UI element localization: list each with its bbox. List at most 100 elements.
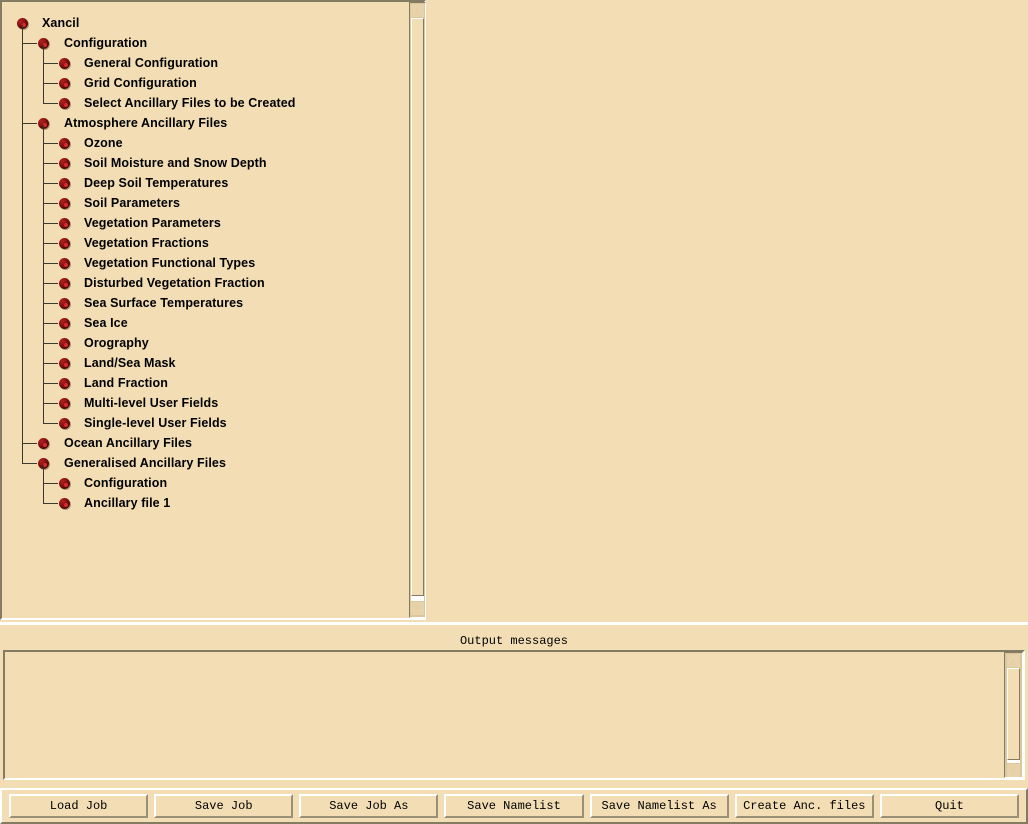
tree-node-label: Xancil — [42, 16, 80, 30]
tree-connector-line — [43, 163, 58, 164]
xancil-application-window: Xancil Configuration General Configuration… — [0, 0, 1028, 824]
tree-scrollbar[interactable] — [409, 2, 426, 618]
output-messages-label: Output messages — [459, 634, 569, 648]
node-bullet-icon[interactable] — [59, 318, 70, 329]
tree-connector-line — [43, 45, 44, 103]
tree-node-label: Ozone — [84, 136, 123, 150]
tree-connector-line — [43, 383, 58, 384]
tree-node-label: Vegetation Parameters — [84, 216, 221, 230]
tree-connector-line — [43, 323, 58, 324]
tree-node-label: Land Fraction — [84, 376, 168, 390]
tree-node-label: Land/Sea Mask — [84, 356, 176, 370]
tree-connector-line — [43, 203, 58, 204]
tree-scrollbar-up-button[interactable] — [411, 4, 424, 17]
tree-connector-line — [43, 503, 58, 504]
tree-connector-line — [43, 263, 58, 264]
node-bullet-icon[interactable] — [59, 418, 70, 429]
node-bullet-icon[interactable] — [59, 78, 70, 89]
action-button-bar: Load Job Save Job Save Job As Save Namelist… — [0, 788, 1028, 824]
tree-scrollbar-down-button[interactable] — [411, 602, 424, 615]
node-bullet-icon[interactable] — [59, 178, 70, 189]
tree-connector-line — [43, 63, 58, 64]
output-scrollbar-down-button[interactable] — [1007, 764, 1020, 777]
output-scrollbar[interactable] — [1004, 652, 1023, 778]
node-bullet-icon[interactable] — [59, 198, 70, 209]
tree-node-label: Configuration — [84, 476, 168, 490]
save-job-button[interactable]: Save Job — [154, 794, 294, 818]
node-bullet-icon[interactable] — [59, 58, 70, 69]
output-section: Output messages — [0, 628, 1028, 783]
triangle-down-icon — [1008, 766, 1018, 775]
output-messages-text[interactable] — [5, 652, 1003, 778]
save-namelist-button[interactable]: Save Namelist — [444, 794, 584, 818]
tree-node-label: Disturbed Vegetation Fraction — [84, 276, 265, 290]
node-bullet-icon[interactable] — [59, 138, 70, 149]
tree-connector-line — [43, 243, 58, 244]
tree-connector-line — [22, 25, 23, 463]
save-job-as-button[interactable]: Save Job As — [299, 794, 439, 818]
tree-canvas[interactable]: Xancil Configuration General Configuration… — [2, 2, 409, 618]
node-bullet-icon[interactable] — [59, 498, 70, 509]
output-messages-box — [3, 650, 1025, 780]
triangle-down-icon — [412, 604, 422, 613]
load-job-button[interactable]: Load Job — [9, 794, 149, 818]
tree-connector-line — [43, 125, 44, 423]
node-bullet-icon[interactable] — [59, 98, 70, 109]
triangle-up-icon — [1008, 656, 1018, 665]
tree-node-label: Single-level User Fields — [84, 416, 227, 430]
tree-connector-line — [43, 303, 58, 304]
tree-node-label: Multi-level User Fields — [84, 396, 219, 410]
tree-connector-line — [43, 283, 58, 284]
node-bullet-icon[interactable] — [59, 298, 70, 309]
tree-node-label: Vegetation Fractions — [84, 236, 209, 250]
tree-node-label: Sea Ice — [84, 316, 128, 330]
tree-connector-line — [43, 103, 58, 104]
node-bullet-icon[interactable] — [59, 478, 70, 489]
node-bullet-icon[interactable] — [59, 358, 70, 369]
tree-connector-line — [43, 363, 58, 364]
node-bullet-icon[interactable] — [59, 378, 70, 389]
tree-connector-line — [43, 423, 58, 424]
tree-panel: Xancil Configuration General Configuration… — [0, 0, 426, 620]
tree-node-label: Deep Soil Temperatures — [84, 176, 229, 190]
tree-connector-line — [43, 465, 44, 503]
tree-scrollbar-thumb[interactable] — [411, 18, 424, 596]
node-bullet-icon[interactable] — [59, 238, 70, 249]
tree-node-label: Grid Configuration — [84, 76, 197, 90]
tree-node-label: Soil Parameters — [84, 196, 180, 210]
tree-node-label: Ancillary file 1 — [84, 496, 171, 510]
tree-connector-line — [43, 343, 58, 344]
output-scrollbar-thumb[interactable] — [1007, 668, 1020, 760]
tree-connector-line — [22, 43, 37, 44]
tree-connector-line — [22, 463, 37, 464]
tree-connector-line — [43, 143, 58, 144]
quit-button[interactable]: Quit — [879, 794, 1019, 818]
node-bullet-icon[interactable] — [59, 218, 70, 229]
tree-connector-line — [22, 443, 37, 444]
tree-connector-line — [43, 183, 58, 184]
triangle-up-icon — [412, 6, 422, 15]
tree-connector-line — [43, 483, 58, 484]
tree-node-label: Orography — [84, 336, 149, 350]
tree-node-label: Generalised Ancillary Files — [64, 456, 227, 470]
node-bullet-icon[interactable] — [59, 398, 70, 409]
tree-node-label: Select Ancillary Files to be Created — [84, 96, 296, 110]
tree-node-label: Configuration — [64, 36, 148, 50]
node-bullet-icon[interactable] — [38, 438, 49, 449]
section-divider — [0, 622, 1028, 625]
node-bullet-icon[interactable] — [59, 278, 70, 289]
tree-node-label: Soil Moisture and Snow Depth — [84, 156, 267, 170]
tree-connector-line — [43, 403, 58, 404]
tree-node-label: General Configuration — [84, 56, 219, 70]
node-bullet-icon[interactable] — [59, 158, 70, 169]
save-namelist-as-button[interactable]: Save Namelist As — [589, 794, 729, 818]
tree-connector-line — [43, 83, 58, 84]
tree-node-label: Atmosphere Ancillary Files — [64, 116, 228, 130]
node-bullet-icon[interactable] — [59, 338, 70, 349]
create-anc-files-button[interactable]: Create Anc. files — [734, 794, 874, 818]
output-scrollbar-up-button[interactable] — [1007, 654, 1020, 667]
node-bullet-icon[interactable] — [59, 258, 70, 269]
tree-connector-line — [43, 223, 58, 224]
tree-node-label: Vegetation Functional Types — [84, 256, 256, 270]
tree-node-label: Ocean Ancillary Files — [64, 436, 193, 450]
